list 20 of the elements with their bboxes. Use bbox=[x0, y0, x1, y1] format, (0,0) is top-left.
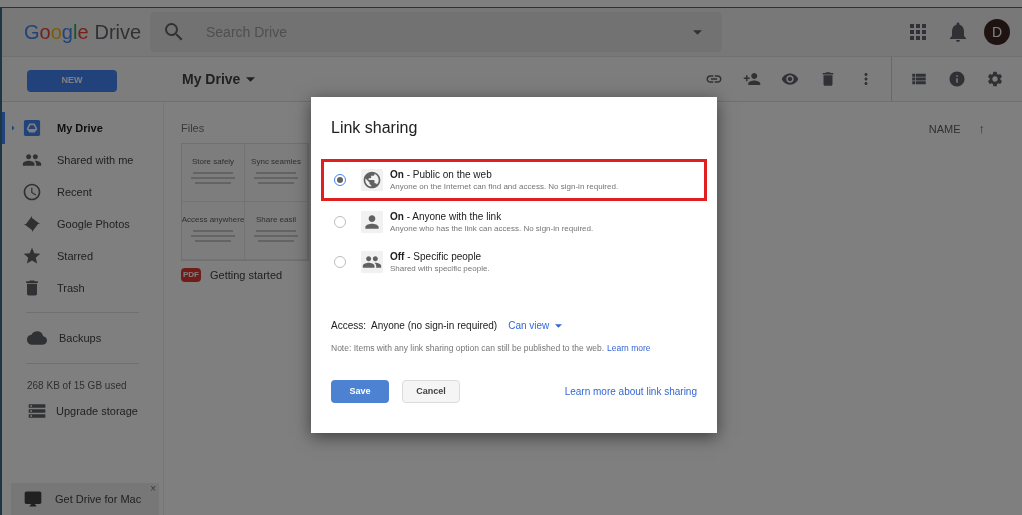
storage-usage: 268 KB of 15 GB used bbox=[27, 379, 128, 393]
card-title: Share easil bbox=[256, 213, 296, 226]
option-description: Anyone on the Internet can find and access. No sign-in required. bbox=[390, 181, 619, 192]
product-name: Drive bbox=[94, 20, 142, 45]
promo-text: Get Drive for Mac bbox=[55, 491, 142, 507]
note-text: Note: Items with any link sharing option can still be published to the web. bbox=[331, 342, 605, 355]
access-value: Anyone (no sign-in required) bbox=[371, 319, 498, 333]
access-label: Access: bbox=[331, 319, 366, 333]
option-description: Anyone who has the link can access. No sign-in required. bbox=[390, 223, 594, 234]
card-title: Access anywhere bbox=[182, 213, 245, 226]
section-heading: Files bbox=[181, 121, 205, 136]
google-logo: Google bbox=[24, 20, 89, 45]
dialog-title: Link sharing bbox=[331, 118, 419, 138]
option-label: On - Anyone with the link bbox=[390, 210, 503, 223]
card-title: Store safely bbox=[191, 155, 235, 168]
pdf-badge: PDF bbox=[181, 267, 201, 282]
option-label: Off - Specific people bbox=[390, 250, 483, 263]
card-title: Sync seamles bbox=[251, 155, 301, 168]
option-description: Shared with specific people. bbox=[390, 263, 490, 274]
option-label: On - Public on the web bbox=[390, 168, 493, 181]
